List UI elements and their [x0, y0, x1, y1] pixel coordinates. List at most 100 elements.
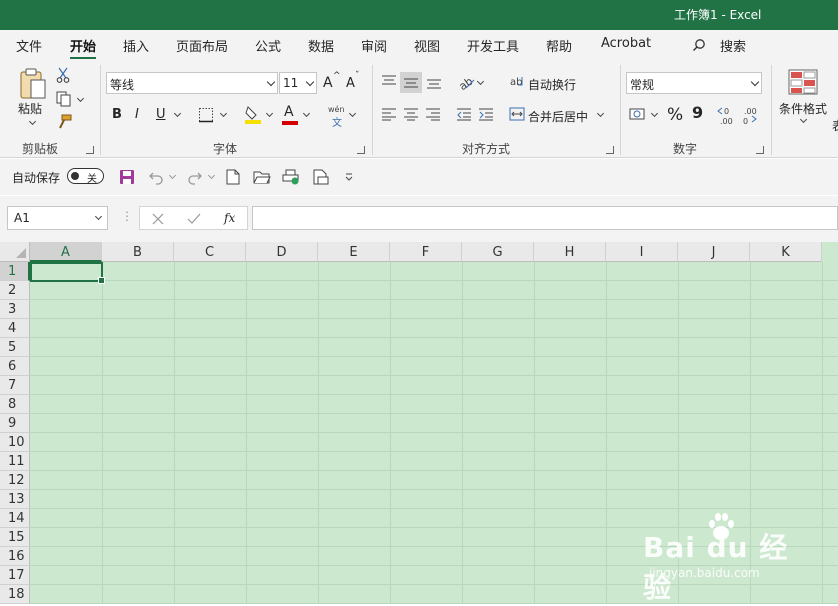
underline-button[interactable]: U — [156, 107, 166, 122]
paste-dropdown-icon[interactable] — [28, 117, 37, 126]
row-header-5[interactable]: 5 — [0, 338, 30, 357]
column-header-j[interactable]: J — [678, 242, 750, 262]
phonetic-top[interactable]: wén — [328, 105, 345, 114]
row-header-17[interactable]: 17 — [0, 566, 30, 585]
font-size-select[interactable]: 11 — [279, 72, 317, 94]
insert-function-button[interactable]: fx — [224, 211, 235, 225]
row-header-13[interactable]: 13 — [0, 490, 30, 509]
tab-home[interactable]: 开始 — [70, 36, 97, 60]
tab-developer[interactable]: 开发工具 — [467, 36, 519, 55]
undo-dropdown-icon[interactable] — [168, 171, 177, 180]
bold-button[interactable]: B — [112, 107, 122, 122]
cancel-icon[interactable] — [150, 211, 166, 227]
column-header-a[interactable]: A — [30, 242, 102, 262]
row-header-9[interactable]: 9 — [0, 414, 30, 433]
column-header-g[interactable]: G — [462, 242, 534, 262]
fill-color-dropdown-icon[interactable] — [265, 109, 274, 118]
decrease-decimal-icon[interactable]: .00 0 — [740, 104, 762, 126]
increase-indent-icon[interactable] — [477, 106, 495, 122]
border-dropdown-icon[interactable] — [219, 109, 228, 118]
phonetic-dropdown-icon[interactable] — [348, 109, 357, 118]
enter-icon[interactable] — [186, 211, 202, 227]
active-cell[interactable] — [30, 262, 105, 284]
orientation-icon[interactable]: ab — [456, 72, 476, 92]
tab-data[interactable]: 数据 — [308, 36, 334, 55]
font-color-button[interactable]: A — [284, 104, 294, 120]
row-header-11[interactable]: 11 — [0, 452, 30, 471]
underline-dropdown-icon[interactable] — [173, 109, 182, 118]
decrease-indent-icon[interactable] — [455, 106, 473, 122]
paste-icon[interactable] — [18, 67, 48, 101]
customize-qat-icon[interactable] — [342, 170, 356, 184]
merge-center-icon[interactable] — [508, 106, 526, 122]
column-header-k[interactable]: K — [750, 242, 822, 262]
italic-button[interactable]: I — [135, 107, 139, 122]
align-bottom-icon[interactable] — [425, 74, 443, 90]
row-header-7[interactable]: 7 — [0, 376, 30, 395]
number-format-select[interactable]: 常规 — [626, 72, 762, 94]
accounting-format-icon[interactable] — [628, 106, 648, 122]
row-header-3[interactable]: 3 — [0, 300, 30, 319]
column-header-i[interactable]: I — [606, 242, 678, 262]
conditional-format-icon[interactable] — [788, 69, 818, 95]
row-header-12[interactable]: 12 — [0, 471, 30, 490]
conditional-format-button[interactable]: 条件格式 — [779, 100, 827, 117]
formula-bar-grip-icon[interactable]: ⋮ — [121, 209, 133, 223]
row-header-18[interactable]: 18 — [0, 585, 30, 604]
autosave-toggle[interactable]: 关 — [67, 168, 104, 185]
tab-help[interactable]: 帮助 — [546, 36, 572, 55]
tab-view[interactable]: 视图 — [414, 36, 440, 55]
fill-color-icon[interactable] — [243, 104, 263, 124]
redo-icon[interactable] — [186, 168, 204, 186]
align-right-icon[interactable] — [424, 106, 442, 122]
tab-formulas[interactable]: 公式 — [255, 36, 281, 55]
row-header-8[interactable]: 8 — [0, 395, 30, 414]
search-label[interactable]: 搜索 — [720, 36, 746, 55]
conditional-format-dropdown-icon[interactable] — [799, 115, 808, 124]
row-header-6[interactable]: 6 — [0, 357, 30, 376]
border-icon[interactable] — [197, 106, 215, 124]
row-header-1[interactable]: 1 — [0, 262, 30, 281]
format-as-table-button[interactable]: 表 — [832, 117, 838, 134]
align-left-icon[interactable] — [380, 106, 398, 122]
increase-decimal-icon[interactable]: 0.00 — [716, 104, 738, 126]
tab-file[interactable]: 文件 — [16, 36, 42, 55]
percent-button[interactable]: % — [667, 105, 683, 125]
redo-dropdown-icon[interactable] — [207, 171, 216, 180]
column-header-d[interactable]: D — [246, 242, 318, 262]
column-header-c[interactable]: C — [174, 242, 246, 262]
undo-icon[interactable] — [147, 168, 165, 186]
row-header-2[interactable]: 2 — [0, 281, 30, 300]
new-file-icon[interactable] — [224, 168, 242, 186]
tab-page-layout[interactable]: 页面布局 — [176, 36, 228, 55]
align-top-icon[interactable] — [380, 74, 398, 90]
tab-insert[interactable]: 插入 — [123, 36, 149, 55]
open-folder-icon[interactable] — [252, 168, 272, 186]
print-preview-icon[interactable] — [281, 168, 301, 186]
format-painter-icon[interactable] — [55, 113, 73, 131]
row-header-10[interactable]: 10 — [0, 433, 30, 452]
font-launcher-icon[interactable] — [357, 146, 365, 154]
row-header-15[interactable]: 15 — [0, 528, 30, 547]
shrink-font-button[interactable]: A — [346, 76, 355, 91]
tab-acrobat[interactable]: Acrobat — [601, 36, 651, 51]
column-header-e[interactable]: E — [318, 242, 390, 262]
phonetic-button[interactable]: 文 — [332, 114, 342, 129]
copy-dropdown-icon[interactable] — [76, 94, 85, 103]
merge-center-button[interactable]: 合并后居中 — [528, 108, 588, 125]
name-box[interactable]: A1 — [7, 206, 108, 230]
align-center-icon[interactable] — [402, 106, 420, 122]
orientation-dropdown-icon[interactable] — [476, 77, 485, 86]
align-middle-icon[interactable] — [400, 72, 422, 93]
merge-dropdown-icon[interactable] — [596, 109, 605, 118]
font-color-dropdown-icon[interactable] — [302, 109, 311, 118]
font-name-select[interactable]: 等线 — [106, 72, 278, 94]
export-pdf-icon[interactable] — [311, 168, 331, 186]
column-header-b[interactable]: B — [102, 242, 174, 262]
grow-font-button[interactable]: A — [323, 75, 333, 91]
row-header-16[interactable]: 16 — [0, 547, 30, 566]
wrap-text-icon[interactable]: ab — [510, 74, 526, 90]
cut-icon[interactable] — [55, 67, 71, 83]
number-launcher-icon[interactable] — [756, 146, 764, 154]
copy-icon[interactable] — [55, 90, 73, 108]
